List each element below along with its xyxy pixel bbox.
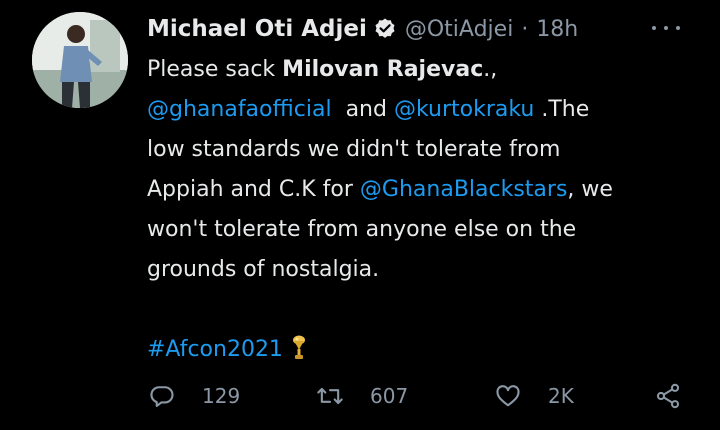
tweet-header: Michael Oti Adjei @OtiAdjei · 18h [147,12,578,46]
text-fragment: won't tolerate from anyone else on the [147,217,577,242]
trophy-icon [291,335,307,361]
text-fragment: ., [483,57,498,82]
retweet-button[interactable]: 607 [316,378,408,414]
text-fragment: Please sack [147,57,283,82]
text-fragment: low standards we didn't tolerate from [147,137,561,162]
reply-icon [148,382,176,410]
tweet-text: Please sack Milovan Rajevac., @ghanafaof… [147,50,687,370]
author-handle[interactable]: @OtiAdjei [405,17,513,42]
reply-button[interactable]: 129 [148,378,240,414]
tweet-line: Appiah and C.K for @GhanaBlackstars, we [147,170,687,210]
share-icon [654,382,682,410]
tweet-line: grounds of nostalgia. [147,250,687,290]
tweet-actions: 129 607 2K [0,378,720,414]
tweet-line: low standards we didn't tolerate from [147,130,687,170]
avatar[interactable] [32,12,128,108]
text-fragment: , we [567,177,613,202]
retweet-icon [316,382,344,410]
text-fragment: Appiah and C.K for [147,177,360,202]
hashtag-link[interactable]: #Afcon2021 [147,337,283,362]
mention-link[interactable]: @GhanaBlackstars [360,177,568,202]
heart-icon [494,382,522,410]
text-fragment: and [331,97,394,122]
text-fragment: grounds of nostalgia. [147,257,380,282]
author-display-name[interactable]: Michael Oti Adjei [147,16,367,42]
mention-link[interactable]: @kurtokraku [394,97,534,122]
verified-badge-icon [373,17,397,41]
tweet-line: Please sack Milovan Rajevac., [147,50,687,90]
tweet-timestamp[interactable]: 18h [536,17,578,42]
share-button[interactable] [654,378,682,414]
reply-count: 129 [202,384,241,408]
text-fragment: .The [534,97,590,122]
tweet-line: #Afcon2021 [147,330,687,370]
more-options-icon[interactable] [652,20,680,36]
like-button[interactable]: 2K [494,378,574,414]
tweet-line: @ghanafaofficial and @kurtokraku .The [147,90,687,130]
mention-link[interactable]: @ghanafaofficial [147,97,332,122]
bold-name: Milovan Rajevac [282,57,484,82]
retweet-count: 607 [370,384,409,408]
tweet-line: won't tolerate from anyone else on the [147,210,687,250]
separator-dot: · [521,16,529,42]
like-count: 2K [548,384,574,408]
